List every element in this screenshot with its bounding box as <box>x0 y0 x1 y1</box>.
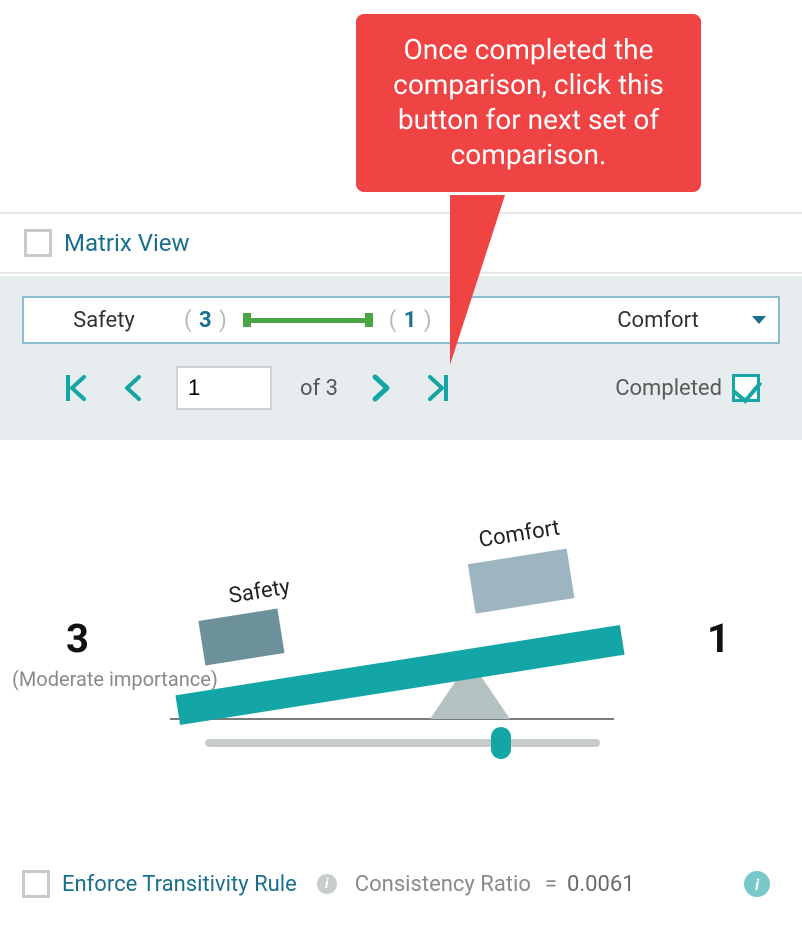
completed-status: Completed <box>615 374 782 402</box>
page-number-input[interactable] <box>176 366 272 410</box>
seesaw-graphic: Safety Comfort <box>170 505 630 765</box>
prev-page-button[interactable] <box>118 368 148 408</box>
page-of-label: of 3 <box>300 376 338 401</box>
seesaw-left-number: 3 <box>66 615 89 662</box>
completed-label: Completed <box>615 376 722 401</box>
comparison-right-value-wrap: ( 1 ) <box>389 308 432 333</box>
chevron-down-icon <box>752 316 766 324</box>
comparison-selector[interactable]: Safety ( 3 ) ( 1 ) Comfort <box>22 296 780 344</box>
callout-text: Once completed the comparison, click thi… <box>393 33 664 171</box>
matrix-view-checkbox[interactable] <box>24 229 52 257</box>
seesaw-right-number: 1 <box>707 615 730 662</box>
comparison-left-value-wrap: ( 3 ) <box>184 308 227 333</box>
transitivity-label: Enforce Transitivity Rule <box>62 872 297 897</box>
pager-row: of 3 Completed <box>60 360 782 416</box>
next-page-button[interactable] <box>366 368 396 408</box>
matrix-view-row: Matrix View <box>0 212 802 274</box>
matrix-view-label: Matrix View <box>64 229 190 257</box>
comparison-left-name: Safety <box>24 308 184 333</box>
last-page-button[interactable] <box>424 368 454 408</box>
comparison-bar-indicator <box>243 313 373 327</box>
instruction-callout: Once completed the comparison, click thi… <box>356 14 701 192</box>
footer-row: Enforce Transitivity Rule i Consistency … <box>22 870 780 898</box>
slider-track <box>205 739 600 747</box>
info-icon[interactable]: i <box>744 871 770 897</box>
comparison-right-value: 1 <box>402 308 419 333</box>
equals-sign: = <box>545 872 557 897</box>
first-page-button[interactable] <box>60 368 90 408</box>
importance-slider[interactable] <box>205 733 600 751</box>
seesaw-left-label: Safety <box>227 574 292 608</box>
seesaw-area: 3 1 (Moderate importance) Safety Comfort <box>0 505 802 785</box>
consistency-label: Consistency Ratio <box>355 872 531 897</box>
slider-thumb[interactable] <box>491 727 511 759</box>
completed-checkbox[interactable] <box>732 374 760 402</box>
transitivity-checkbox[interactable] <box>22 870 50 898</box>
comparison-left-value: 3 <box>197 308 214 333</box>
comparison-right-name: Comfort <box>578 308 738 333</box>
info-icon[interactable]: i <box>317 874 337 894</box>
consistency-value: 0.0061 <box>567 872 635 897</box>
seesaw-right-label: Comfort <box>477 515 561 552</box>
